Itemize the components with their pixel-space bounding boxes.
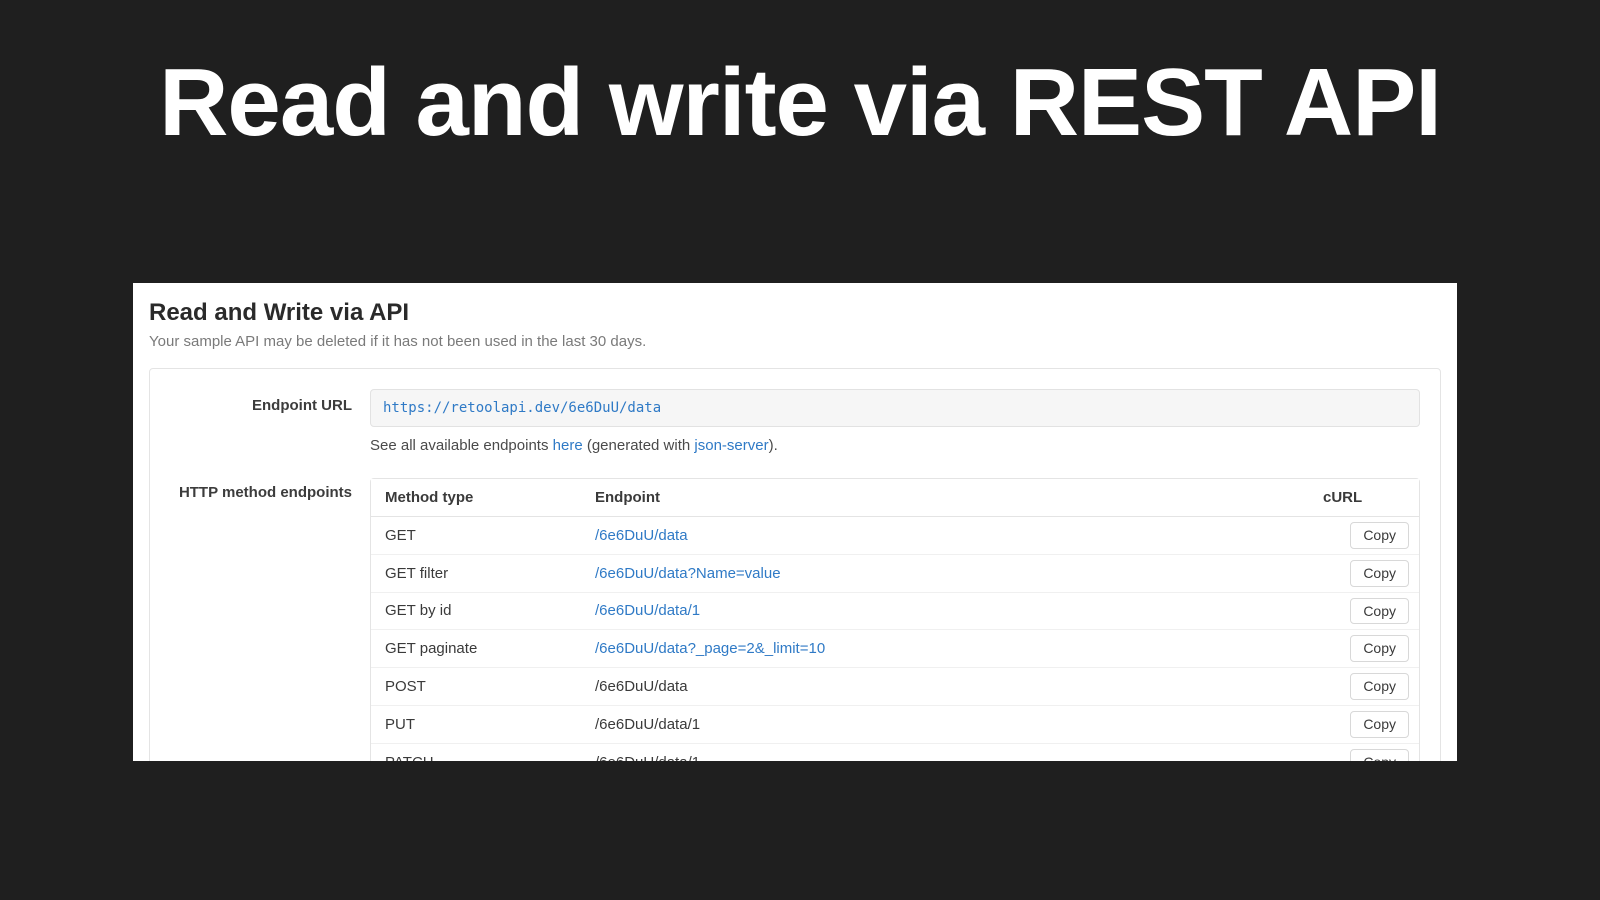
curl-cell: Copy [1309, 592, 1419, 630]
panel-title: Read and Write via API [133, 283, 1457, 333]
helper-prefix: See all available endpoints [370, 437, 553, 454]
helper-link-here[interactable]: here [553, 437, 583, 454]
helper-mid: (generated with [583, 437, 695, 454]
table-row: GET/6e6DuU/data Copy [371, 517, 1419, 554]
copy-button[interactable]: Copy [1350, 749, 1409, 761]
copy-button[interactable]: Copy [1350, 522, 1409, 549]
endpoint-cell: /6e6DuU/data/1 [581, 705, 1309, 743]
methods-row: HTTP method endpoints Method type Endpoi… [170, 476, 1420, 761]
method-cell: PUT [371, 705, 581, 743]
endpoint-cell[interactable]: /6e6DuU/data?Name=value [581, 554, 1309, 592]
col-endpoint-header: Endpoint [581, 479, 1309, 517]
curl-cell: Copy [1309, 629, 1419, 667]
endpoint-cell[interactable]: /6e6DuU/data/1 [581, 592, 1309, 630]
method-cell: GET by id [371, 592, 581, 630]
method-cell: GET paginate [371, 629, 581, 667]
method-cell: GET [371, 517, 581, 554]
curl-cell: Copy [1309, 517, 1419, 554]
copy-button[interactable]: Copy [1350, 598, 1409, 625]
method-cell: PATCH [371, 743, 581, 761]
methods-label: HTTP method endpoints [170, 476, 370, 501]
copy-button[interactable]: Copy [1350, 635, 1409, 662]
method-cell: GET filter [371, 554, 581, 592]
helper-suffix: ). [769, 437, 778, 454]
content-box: Endpoint URL https://retoolapi.dev/6e6Du… [149, 368, 1441, 761]
table-row: PUT/6e6DuU/data/1 Copy [371, 705, 1419, 743]
endpoint-url-value[interactable]: https://retoolapi.dev/6e6DuU/data [370, 389, 1420, 427]
endpoint-cell[interactable]: /6e6DuU/data?_page=2&_limit=10 [581, 629, 1309, 667]
api-panel: Read and Write via API Your sample API m… [133, 283, 1457, 761]
endpoint-url-label: Endpoint URL [170, 389, 370, 414]
curl-cell: Copy [1309, 743, 1419, 761]
endpoint-url-row: Endpoint URL https://retoolapi.dev/6e6Du… [170, 389, 1420, 454]
col-method-header: Method type [371, 479, 581, 517]
copy-button[interactable]: Copy [1350, 673, 1409, 700]
curl-cell: Copy [1309, 554, 1419, 592]
copy-button[interactable]: Copy [1350, 560, 1409, 587]
copy-button[interactable]: Copy [1350, 711, 1409, 738]
table-row: GET by id/6e6DuU/data/1 Copy [371, 592, 1419, 630]
table-row: PATCH/6e6DuU/data/1 Copy [371, 743, 1419, 761]
col-curl-header: cURL [1309, 479, 1419, 517]
endpoint-cell[interactable]: /6e6DuU/data [581, 517, 1309, 554]
slide-title: Read and write via REST API [0, 0, 1600, 158]
curl-cell: Copy [1309, 667, 1419, 705]
table-row: GET filter/6e6DuU/data?Name=value Copy [371, 554, 1419, 592]
curl-cell: Copy [1309, 705, 1419, 743]
endpoint-cell: /6e6DuU/data [581, 667, 1309, 705]
table-row: GET paginate/6e6DuU/data?_page=2&_limit=… [371, 629, 1419, 667]
helper-link-jsonserver[interactable]: json-server [694, 437, 768, 454]
method-cell: POST [371, 667, 581, 705]
methods-table: Method type Endpoint cURL GET/6e6DuU/dat… [370, 478, 1420, 761]
panel-subtitle: Your sample API may be deleted if it has… [133, 333, 1457, 368]
table-row: POST/6e6DuU/data Copy [371, 667, 1419, 705]
helper-text: See all available endpoints here (genera… [370, 437, 1420, 454]
endpoint-cell: /6e6DuU/data/1 [581, 743, 1309, 761]
